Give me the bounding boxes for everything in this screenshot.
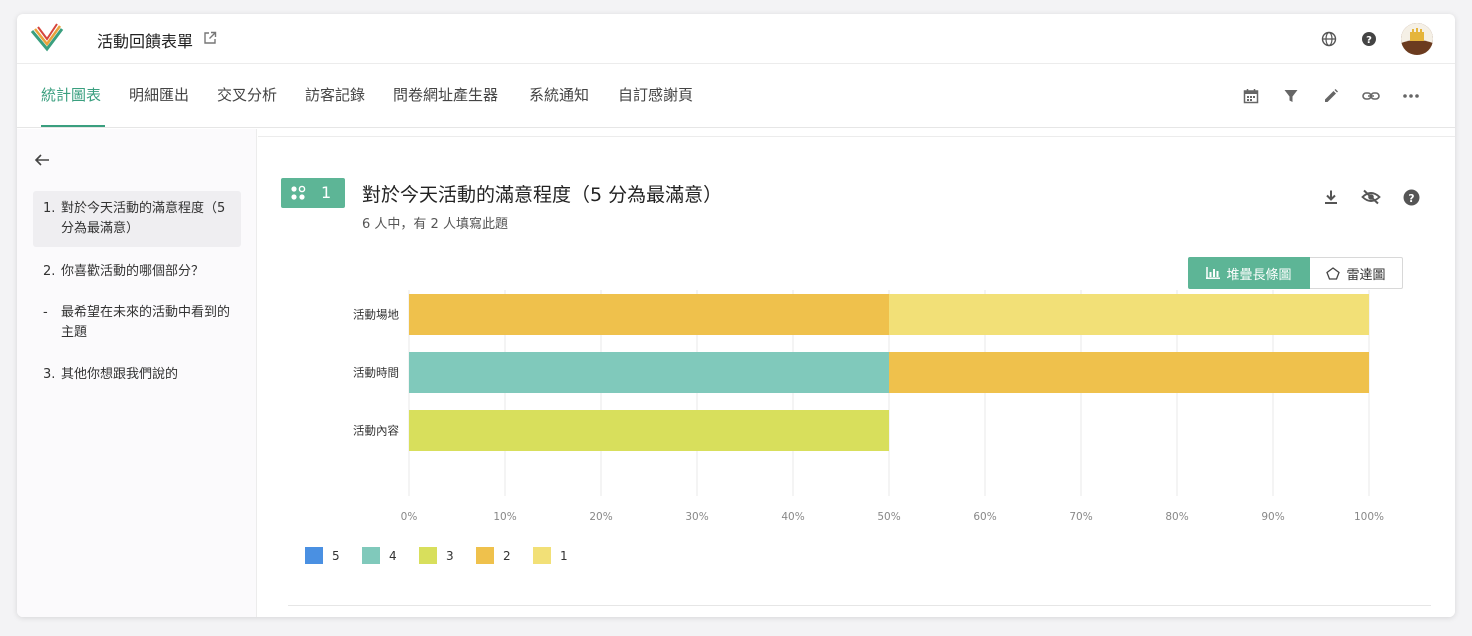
y-category-label: 活動場地 bbox=[353, 308, 399, 322]
question-sidebar: 1. 對於今天活動的滿意程度（5 分為最滿意） 2. 你喜歡活動的哪個部分？ -… bbox=[17, 129, 257, 617]
bar-segment-2[interactable] bbox=[409, 294, 889, 335]
bar-segment-1[interactable] bbox=[889, 294, 1369, 335]
x-tick-label: 60% bbox=[973, 511, 996, 523]
avatar[interactable] bbox=[1401, 23, 1433, 55]
app-logo[interactable] bbox=[29, 23, 65, 55]
x-tick-label: 90% bbox=[1261, 511, 1284, 523]
legend-item-4[interactable]: 4 bbox=[362, 547, 419, 564]
help-icon[interactable]: ? bbox=[1349, 23, 1389, 55]
x-tick-label: 30% bbox=[685, 511, 708, 523]
legend-label: 3 bbox=[446, 548, 454, 563]
response-count: 6 人中，有 2 人填寫此題 bbox=[362, 217, 508, 232]
svg-text:?: ? bbox=[1408, 191, 1414, 204]
tab-detail-export[interactable]: 明細匯出 bbox=[129, 84, 189, 105]
x-tick-label: 70% bbox=[1069, 511, 1092, 523]
link-icon[interactable] bbox=[1351, 82, 1391, 110]
x-tick-label: 0% bbox=[401, 511, 418, 523]
bar-chart-icon bbox=[1206, 267, 1221, 279]
filter-icon[interactable] bbox=[1271, 82, 1311, 110]
question-badge: 1 bbox=[281, 178, 345, 208]
chart-legend: 5 4 3 2 1 bbox=[305, 547, 590, 564]
form-title: 活動回饋表單 bbox=[97, 32, 194, 51]
legend-label: 5 bbox=[332, 548, 340, 563]
sidebar-item-q3[interactable]: 3. 其他你想跟我們說的 bbox=[33, 357, 241, 393]
top-bar: 活動回饋表單 ? bbox=[17, 14, 1455, 64]
bar-segment-2[interactable] bbox=[889, 352, 1369, 393]
more-icon[interactable] bbox=[1391, 82, 1431, 110]
legend-item-2[interactable]: 2 bbox=[476, 547, 533, 564]
radar-chart-toggle[interactable]: 雷達圖 bbox=[1310, 257, 1403, 289]
legend-item-5[interactable]: 5 bbox=[305, 547, 362, 564]
bar-segment-3[interactable] bbox=[409, 410, 889, 451]
download-icon[interactable] bbox=[1311, 185, 1351, 209]
sidebar-item-label: 你喜歡活動的哪個部分？ bbox=[61, 264, 205, 279]
sidebar-item-label: 對於今天活動的滿意程度（5 分為最滿意） bbox=[61, 201, 226, 236]
edit-icon[interactable] bbox=[1311, 82, 1351, 110]
legend-item-1[interactable]: 1 bbox=[533, 547, 590, 564]
y-category-label: 活動內容 bbox=[353, 424, 399, 438]
x-tick-label: 40% bbox=[781, 511, 804, 523]
tab-cross-analysis[interactable]: 交叉分析 bbox=[217, 84, 277, 105]
legend-swatch bbox=[419, 547, 437, 564]
x-tick-label: 50% bbox=[877, 511, 900, 523]
sidebar-item-label: 最希望在未來的活動中看到的主題 bbox=[61, 305, 231, 340]
legend-label: 1 bbox=[560, 548, 568, 563]
globe-icon[interactable] bbox=[1309, 23, 1349, 55]
back-arrow-icon[interactable] bbox=[33, 151, 51, 169]
help-icon[interactable]: ? bbox=[1391, 185, 1431, 209]
hide-icon[interactable] bbox=[1351, 185, 1391, 209]
stacked-bar-toggle[interactable]: 堆疊長條圖 bbox=[1188, 257, 1310, 289]
x-tick-label: 20% bbox=[589, 511, 612, 523]
app-window: 活動回饋表單 ? 統計圖表 明細匯出 交叉分析 訪客記錄 問卷網址產生器 系統通… bbox=[17, 14, 1455, 617]
x-tick-label: 100% bbox=[1354, 511, 1384, 523]
y-category-label: 活動時間 bbox=[353, 366, 399, 380]
radar-icon bbox=[1326, 266, 1341, 280]
tab-visitor-log[interactable]: 訪客記錄 bbox=[305, 84, 365, 105]
svg-text:?: ? bbox=[1366, 35, 1372, 46]
question-number: 1 bbox=[321, 183, 332, 202]
x-tick-label: 80% bbox=[1165, 511, 1188, 523]
tab-statistics[interactable]: 統計圖表 bbox=[41, 84, 101, 105]
tab-bar: 統計圖表 明細匯出 交叉分析 訪客記錄 問卷網址產生器 系統通知 自訂感謝頁 bbox=[17, 64, 1455, 128]
legend-swatch bbox=[362, 547, 380, 564]
active-tab-indicator bbox=[41, 125, 105, 127]
main-content: 1 對於今天活動的滿意程度（5 分為最滿意） 6 人中，有 2 人填寫此題 ? … bbox=[258, 129, 1455, 617]
tab-thank-you-page[interactable]: 自訂感謝頁 bbox=[618, 84, 693, 105]
stacked-bar-chart: 0% 10% 20% 30% 40% 50% 60% 70% 80% 90% 100% 活動場地活動時… bbox=[353, 290, 1384, 523]
legend-swatch bbox=[305, 547, 323, 564]
x-tick-label: 10% bbox=[493, 511, 516, 523]
legend-swatch bbox=[533, 547, 551, 564]
sidebar-item-q1[interactable]: 1. 對於今天活動的滿意程度（5 分為最滿意） bbox=[33, 191, 241, 247]
tab-url-generator[interactable]: 問卷網址產生器 bbox=[393, 84, 498, 105]
sidebar-item-q2[interactable]: 2. 你喜歡活動的哪個部分？ bbox=[33, 254, 241, 290]
sidebar-item-label: 其他你想跟我們說的 bbox=[61, 367, 179, 382]
legend-item-3[interactable]: 3 bbox=[419, 547, 476, 564]
sidebar-item-sub[interactable]: - 最希望在未來的活動中看到的主題 bbox=[33, 295, 241, 351]
legend-label: 2 bbox=[503, 548, 511, 563]
legend-label: 4 bbox=[389, 548, 397, 563]
question-title: 對於今天活動的滿意程度（5 分為最滿意） bbox=[362, 184, 723, 206]
legend-swatch bbox=[476, 547, 494, 564]
tab-notifications[interactable]: 系統通知 bbox=[529, 84, 589, 105]
external-link-icon[interactable] bbox=[203, 31, 217, 45]
calendar-icon[interactable] bbox=[1231, 82, 1271, 110]
bar-segment-4[interactable] bbox=[409, 352, 889, 393]
multiple-choice-icon bbox=[291, 185, 306, 200]
